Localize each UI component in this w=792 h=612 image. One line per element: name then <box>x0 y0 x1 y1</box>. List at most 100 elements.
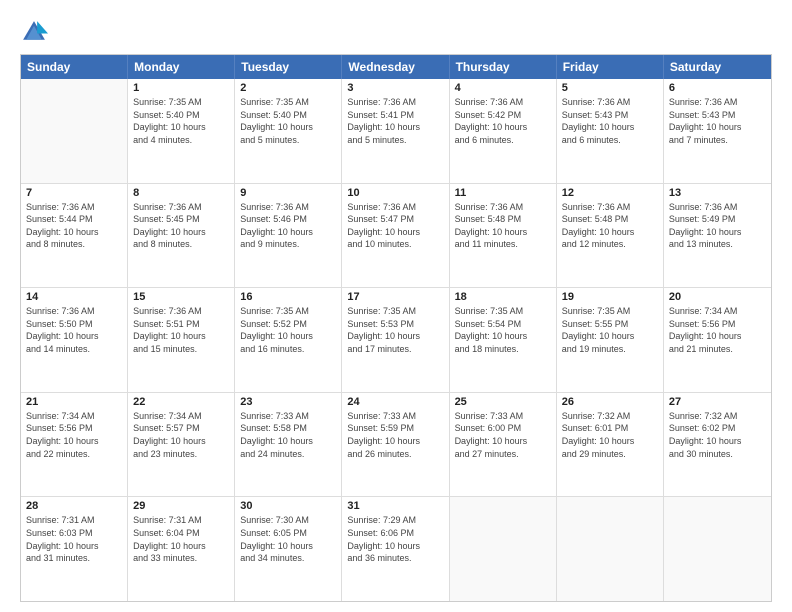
cell-line: and 7 minutes. <box>669 134 766 147</box>
cell-line: Sunrise: 7:36 AM <box>347 96 443 109</box>
cell-line: Daylight: 10 hours <box>240 540 336 553</box>
cell-line: and 21 minutes. <box>669 343 766 356</box>
cell-line: Sunrise: 7:31 AM <box>26 514 122 527</box>
cell-line: and 16 minutes. <box>240 343 336 356</box>
cell-line: Sunset: 6:05 PM <box>240 527 336 540</box>
cell-line: Sunset: 5:42 PM <box>455 109 551 122</box>
cell-line: Sunrise: 7:36 AM <box>562 96 658 109</box>
calendar-cell: 25Sunrise: 7:33 AMSunset: 6:00 PMDayligh… <box>450 393 557 497</box>
day-number: 3 <box>347 82 443 94</box>
cell-line: and 19 minutes. <box>562 343 658 356</box>
calendar-cell <box>557 497 664 601</box>
calendar: SundayMondayTuesdayWednesdayThursdayFrid… <box>20 54 772 602</box>
header-day-sunday: Sunday <box>21 55 128 79</box>
cell-line: and 34 minutes. <box>240 552 336 565</box>
cell-line: Sunrise: 7:34 AM <box>669 305 766 318</box>
cell-line: Sunrise: 7:32 AM <box>562 410 658 423</box>
calendar-cell: 27Sunrise: 7:32 AMSunset: 6:02 PMDayligh… <box>664 393 771 497</box>
cell-line: and 33 minutes. <box>133 552 229 565</box>
cell-line: Sunrise: 7:36 AM <box>669 96 766 109</box>
cell-line: and 24 minutes. <box>240 448 336 461</box>
cell-line: Sunset: 6:03 PM <box>26 527 122 540</box>
cell-line: and 13 minutes. <box>669 238 766 251</box>
cell-line: Sunset: 5:45 PM <box>133 213 229 226</box>
calendar-cell: 10Sunrise: 7:36 AMSunset: 5:47 PMDayligh… <box>342 184 449 288</box>
cell-line: and 17 minutes. <box>347 343 443 356</box>
calendar-cell: 19Sunrise: 7:35 AMSunset: 5:55 PMDayligh… <box>557 288 664 392</box>
cell-line: Daylight: 10 hours <box>133 330 229 343</box>
cell-line: Sunset: 5:59 PM <box>347 422 443 435</box>
cell-line: Sunrise: 7:36 AM <box>455 96 551 109</box>
cell-line: Daylight: 10 hours <box>562 435 658 448</box>
cell-line: Sunrise: 7:35 AM <box>455 305 551 318</box>
cell-line: Daylight: 10 hours <box>240 226 336 239</box>
day-number: 30 <box>240 500 336 512</box>
cell-line: Sunrise: 7:36 AM <box>26 201 122 214</box>
calendar-cell: 17Sunrise: 7:35 AMSunset: 5:53 PMDayligh… <box>342 288 449 392</box>
calendar-cell: 24Sunrise: 7:33 AMSunset: 5:59 PMDayligh… <box>342 393 449 497</box>
cell-line: Daylight: 10 hours <box>455 121 551 134</box>
day-number: 20 <box>669 291 766 303</box>
cell-line: Sunrise: 7:35 AM <box>240 96 336 109</box>
cell-line: Sunset: 5:46 PM <box>240 213 336 226</box>
day-number: 17 <box>347 291 443 303</box>
cell-line: Sunset: 6:04 PM <box>133 527 229 540</box>
cell-line: and 4 minutes. <box>133 134 229 147</box>
cell-line: Daylight: 10 hours <box>347 121 443 134</box>
cell-line: and 11 minutes. <box>455 238 551 251</box>
cell-line: Daylight: 10 hours <box>26 330 122 343</box>
calendar-cell: 11Sunrise: 7:36 AMSunset: 5:48 PMDayligh… <box>450 184 557 288</box>
cell-line: Daylight: 10 hours <box>240 435 336 448</box>
day-number: 7 <box>26 187 122 199</box>
day-number: 2 <box>240 82 336 94</box>
cell-line: Sunrise: 7:35 AM <box>240 305 336 318</box>
calendar-cell: 12Sunrise: 7:36 AMSunset: 5:48 PMDayligh… <box>557 184 664 288</box>
cell-line: Sunrise: 7:36 AM <box>669 201 766 214</box>
calendar-cell: 22Sunrise: 7:34 AMSunset: 5:57 PMDayligh… <box>128 393 235 497</box>
calendar-cell <box>450 497 557 601</box>
cell-line: Daylight: 10 hours <box>133 121 229 134</box>
cell-line: Daylight: 10 hours <box>133 540 229 553</box>
cell-line: and 30 minutes. <box>669 448 766 461</box>
cell-line: Sunset: 5:41 PM <box>347 109 443 122</box>
cell-line: Daylight: 10 hours <box>669 330 766 343</box>
day-number: 9 <box>240 187 336 199</box>
cell-line: Daylight: 10 hours <box>347 330 443 343</box>
cell-line: Sunrise: 7:36 AM <box>133 201 229 214</box>
cell-line: Sunrise: 7:32 AM <box>669 410 766 423</box>
header-day-friday: Friday <box>557 55 664 79</box>
day-number: 18 <box>455 291 551 303</box>
calendar-cell: 4Sunrise: 7:36 AMSunset: 5:42 PMDaylight… <box>450 79 557 183</box>
cell-line: Sunset: 5:51 PM <box>133 318 229 331</box>
cell-line: and 14 minutes. <box>26 343 122 356</box>
calendar-row-1: 7Sunrise: 7:36 AMSunset: 5:44 PMDaylight… <box>21 183 771 288</box>
logo <box>20 18 52 46</box>
cell-line: and 26 minutes. <box>347 448 443 461</box>
day-number: 29 <box>133 500 229 512</box>
cell-line: Sunrise: 7:30 AM <box>240 514 336 527</box>
cell-line: Sunset: 6:01 PM <box>562 422 658 435</box>
calendar-cell: 1Sunrise: 7:35 AMSunset: 5:40 PMDaylight… <box>128 79 235 183</box>
day-number: 27 <box>669 396 766 408</box>
cell-line: Sunset: 5:40 PM <box>240 109 336 122</box>
day-number: 16 <box>240 291 336 303</box>
day-number: 10 <box>347 187 443 199</box>
calendar-cell: 20Sunrise: 7:34 AMSunset: 5:56 PMDayligh… <box>664 288 771 392</box>
cell-line: and 27 minutes. <box>455 448 551 461</box>
cell-line: and 22 minutes. <box>26 448 122 461</box>
cell-line: Sunrise: 7:36 AM <box>240 201 336 214</box>
calendar-cell: 9 Sunrise: 7:36 AMSunset: 5:46 PMDaylight… <box>235 184 342 288</box>
calendar-row-3: 21Sunrise: 7:34 AMSunset: 5:56 PMDayligh… <box>21 392 771 497</box>
cell-line: Sunset: 5:58 PM <box>240 422 336 435</box>
cell-line: Sunrise: 7:33 AM <box>455 410 551 423</box>
cell-line: Daylight: 10 hours <box>562 330 658 343</box>
cell-line: and 5 minutes. <box>240 134 336 147</box>
cell-line: Daylight: 10 hours <box>133 226 229 239</box>
cell-line: Daylight: 10 hours <box>455 226 551 239</box>
cell-line: Sunset: 5:57 PM <box>133 422 229 435</box>
header-day-monday: Monday <box>128 55 235 79</box>
cell-line: and 29 minutes. <box>562 448 658 461</box>
day-number: 8 <box>133 187 229 199</box>
day-number: 28 <box>26 500 122 512</box>
cell-line: and 9 minutes. <box>240 238 336 251</box>
